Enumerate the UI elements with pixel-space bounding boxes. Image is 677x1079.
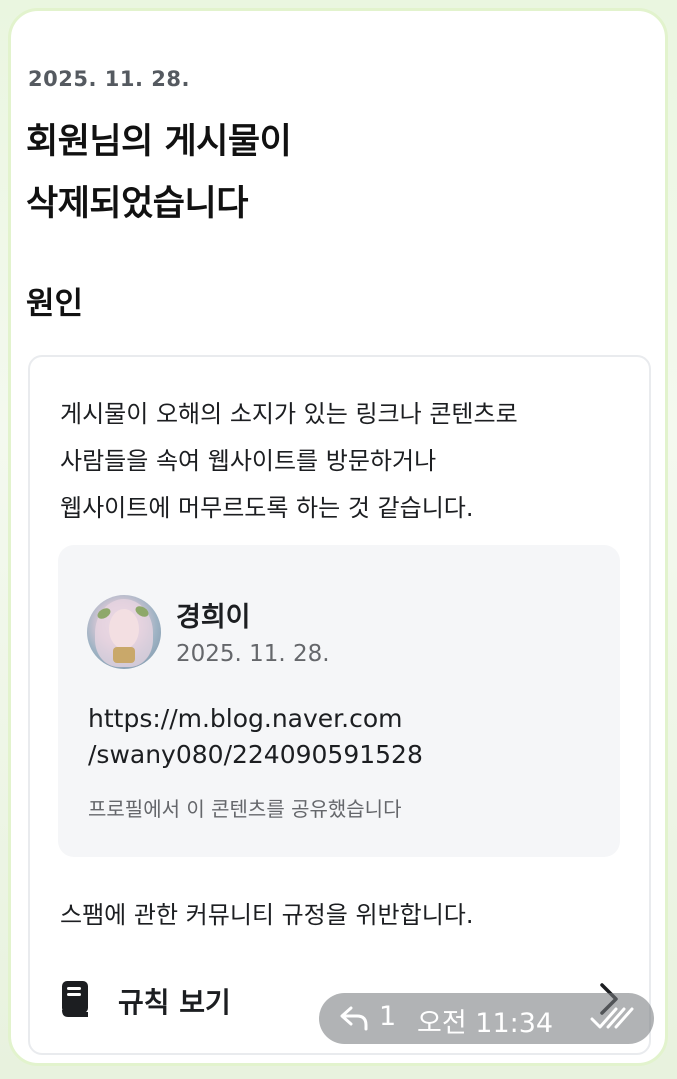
reason-line-2: 사람들을 속여 웹사이트를 방문하거나 [60, 447, 437, 475]
message-meta-pill: 1 오전 11:34 [319, 993, 654, 1044]
post-link-line-2[interactable]: /swany080/224090591528 [88, 737, 598, 773]
reason-line-1: 게시물이 오해의 소지가 있는 링크나 콘텐츠로 [60, 400, 518, 428]
book-icon [62, 981, 88, 1017]
avatar[interactable] [87, 595, 161, 669]
page-title: 회원님의 게시물이 삭제되었습니다 [26, 111, 546, 235]
shared-note: 프로필에서 이 콘텐츠를 공유했습니다 [88, 797, 402, 821]
post-link[interactable]: https://m.blog.naver.com /swany080/22409… [88, 701, 598, 773]
post-link-line-1[interactable]: https://m.blog.naver.com [88, 701, 598, 737]
post-author-name[interactable]: 경희이 [176, 595, 251, 634]
shared-post-card[interactable]: 경희이 2025. 11. 28. https://m.blog.naver.c… [58, 545, 620, 857]
double-check-icon [590, 1007, 634, 1029]
reason-text: 게시물이 오해의 소지가 있는 링크나 콘텐츠로 사람들을 속여 웹사이트를 방… [60, 391, 630, 532]
notice-date: 2025. 11. 28. [28, 67, 190, 91]
message-time: 오전 11:34 [417, 1008, 554, 1039]
screenshot-frame: 2025. 11. 28. 회원님의 게시물이 삭제되었습니다 원인 게시물이 … [0, 0, 677, 1079]
title-line-1: 회원님의 게시물이 [26, 122, 292, 162]
reason-line-3: 웹사이트에 머무르도록 하는 것 같습니다. [60, 494, 474, 522]
title-line-2: 삭제되었습니다 [26, 184, 248, 224]
view-rules-label: 규칙 보기 [118, 986, 231, 1019]
section-heading-reason: 원인 [26, 286, 84, 322]
violation-text: 스팸에 관한 커뮤니티 규정을 위반합니다. [60, 901, 474, 929]
post-date: 2025. 11. 28. [176, 641, 330, 667]
reply-count: 1 [379, 1001, 397, 1032]
reason-box: 게시물이 오해의 소지가 있는 링크나 콘텐츠로 사람들을 속여 웹사이트를 방… [28, 355, 651, 1055]
notification-card: 2025. 11. 28. 회원님의 게시물이 삭제되었습니다 원인 게시물이 … [8, 8, 668, 1066]
reply-icon[interactable] [339, 1004, 369, 1032]
